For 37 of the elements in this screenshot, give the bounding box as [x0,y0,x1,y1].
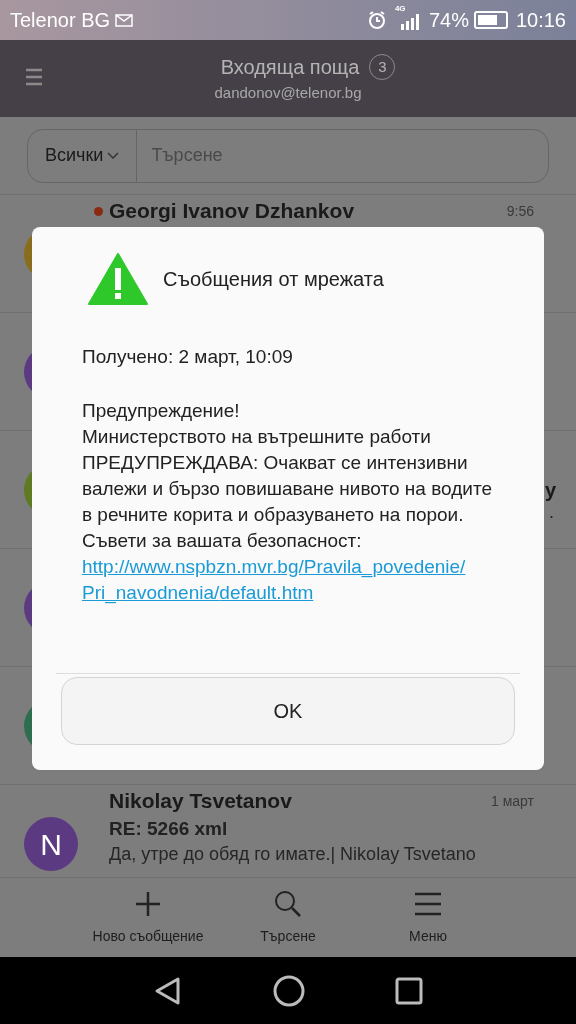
home-icon[interactable] [273,974,305,1007]
search-icon [274,890,302,918]
message-time: 9:56 [506,201,534,221]
message-subject: RE: 5266 xml [109,818,229,840]
ok-button[interactable]: OK [61,677,515,745]
mail-icon [115,12,134,28]
battery-percent: 74% [428,8,469,33]
account-email: dandonov@telenor.bg [214,83,362,104]
sender-name: Georgi Ivanov Dzhankov [109,200,356,222]
carrier-name: Telenor BG [10,8,111,33]
toolbar-button[interactable]: Търсене [218,878,358,957]
toolbar-button[interactable]: Ново съобщение [78,878,218,957]
back-icon[interactable] [153,975,183,1006]
alert-message: Предупреждение! Министерството на вътрешните работи ПРЕДУПРЕЖДАВА: Очакват се интензивни валежи и бързо повишаване нивото на водите в речните корита и образуването на порои. Съвети за вашата безопасност: [82,398,493,553]
clock-time: 10:16 [515,8,566,33]
avatar: N [24,817,78,871]
alarm-icon [366,10,387,30]
sender-name: Nikolay Tsvetanov [109,790,293,812]
plus-icon [134,890,162,918]
inbox-title: Входяща поща [220,55,360,81]
menu-icon [414,890,442,918]
warning-icon [88,253,148,305]
dialog-title: Съобщения от мрежата [163,267,384,292]
toolbar-button[interactable]: Меню [358,878,498,957]
message-preview: . [549,501,554,524]
chevron-icon [107,151,120,160]
message-time: 1 март [491,791,534,811]
recents-icon[interactable] [395,976,423,1005]
battery-icon [473,11,508,29]
web-link[interactable]: http://www.nspbzn.mvr.bg/Pravila_povedenie/Pri_navodnenia/default.htm [82,553,496,606]
sender-name: y [544,478,556,503]
menu-icon[interactable] [26,68,42,86]
received-time: Получено: 2 март, 10:09 [82,345,294,369]
message-preview: Да, утре до обяд го имате.| Nikolay Tsvetano [109,844,477,865]
filter-dropdown[interactable]: Всички [28,129,138,182]
network-type: 4G [394,5,406,13]
signal-icon [400,14,419,30]
